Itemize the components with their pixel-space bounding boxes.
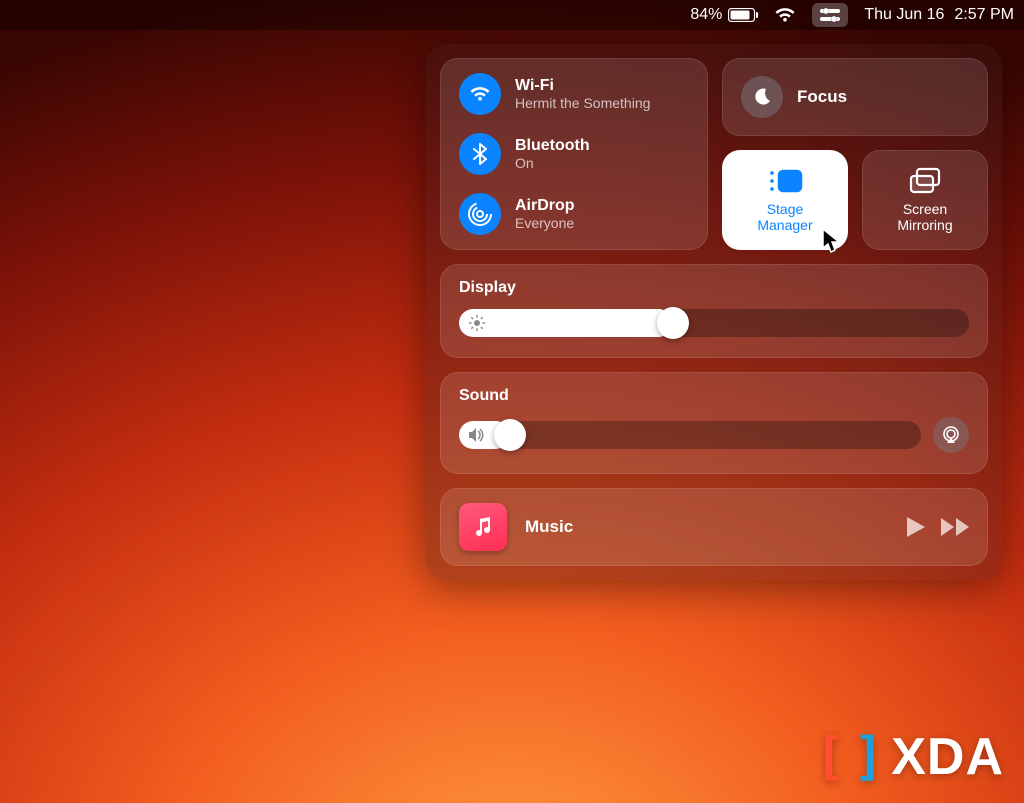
- bracket-left-icon: [: [815, 727, 847, 787]
- focus-title: Focus: [797, 87, 847, 107]
- wifi-menubar[interactable]: [774, 7, 796, 23]
- battery-icon: [728, 8, 758, 22]
- airdrop-row[interactable]: AirDrop Everyone: [459, 193, 689, 235]
- display-label: Display: [459, 279, 969, 297]
- now-playing-tile[interactable]: Music: [440, 488, 988, 566]
- volume-slider[interactable]: [459, 421, 921, 449]
- airdrop-title: AirDrop: [515, 196, 575, 215]
- music-note-icon: [472, 516, 494, 538]
- airdrop-toggle-icon: [459, 193, 501, 235]
- battery-percent-label: 84%: [690, 6, 722, 24]
- wifi-icon: [774, 7, 796, 23]
- control-center-panel: Wi-Fi Hermit the Something Bluetooth On: [426, 44, 1002, 580]
- brightness-slider[interactable]: [459, 309, 969, 337]
- date-label: Thu Jun 16: [864, 6, 944, 24]
- airplay-icon: [941, 425, 961, 445]
- watermark-text: XDA: [891, 727, 1004, 787]
- bluetooth-toggle-icon: [459, 133, 501, 175]
- screen-mirroring-icon: [908, 167, 942, 195]
- screen-mirroring-label: Screen Mirroring: [897, 201, 952, 233]
- brightness-icon: [469, 315, 485, 331]
- next-button[interactable]: [941, 518, 969, 536]
- airdrop-status: Everyone: [515, 215, 575, 232]
- play-button[interactable]: [907, 517, 925, 537]
- wifi-title: Wi-Fi: [515, 76, 650, 95]
- menu-bar: 84% Thu Jun 16 2:57 PM: [0, 0, 1024, 30]
- focus-icon: [741, 76, 783, 118]
- music-artwork: [459, 503, 507, 551]
- battery-status[interactable]: 84%: [690, 6, 758, 24]
- display-tile: Display: [440, 264, 988, 358]
- datetime-menubar[interactable]: Thu Jun 16 2:57 PM: [864, 6, 1014, 24]
- sound-tile: Sound: [440, 372, 988, 474]
- bluetooth-title: Bluetooth: [515, 136, 590, 155]
- stage-manager-label: Stage Manager: [757, 201, 812, 233]
- control-center-menubar[interactable]: [812, 3, 848, 27]
- connectivity-tile: Wi-Fi Hermit the Something Bluetooth On: [440, 58, 708, 250]
- music-title: Music: [525, 517, 889, 537]
- bracket-right-icon: ]: [853, 727, 885, 787]
- stage-manager-icon: [765, 167, 805, 195]
- focus-tile[interactable]: Focus: [722, 58, 988, 136]
- volume-icon: [469, 428, 487, 442]
- bluetooth-row[interactable]: Bluetooth On: [459, 133, 689, 175]
- screen-mirroring-tile[interactable]: Screen Mirroring: [862, 150, 988, 250]
- xda-watermark: [] XDA: [815, 727, 1004, 787]
- wifi-status: Hermit the Something: [515, 95, 650, 112]
- bluetooth-status: On: [515, 155, 590, 172]
- airplay-audio-button[interactable]: [933, 417, 969, 453]
- control-center-icon: [820, 8, 840, 22]
- time-label: 2:57 PM: [954, 6, 1014, 24]
- stage-manager-tile[interactable]: Stage Manager: [722, 150, 848, 250]
- wifi-toggle-icon: [459, 73, 501, 115]
- wifi-row[interactable]: Wi-Fi Hermit the Something: [459, 73, 689, 115]
- sound-label: Sound: [459, 387, 969, 405]
